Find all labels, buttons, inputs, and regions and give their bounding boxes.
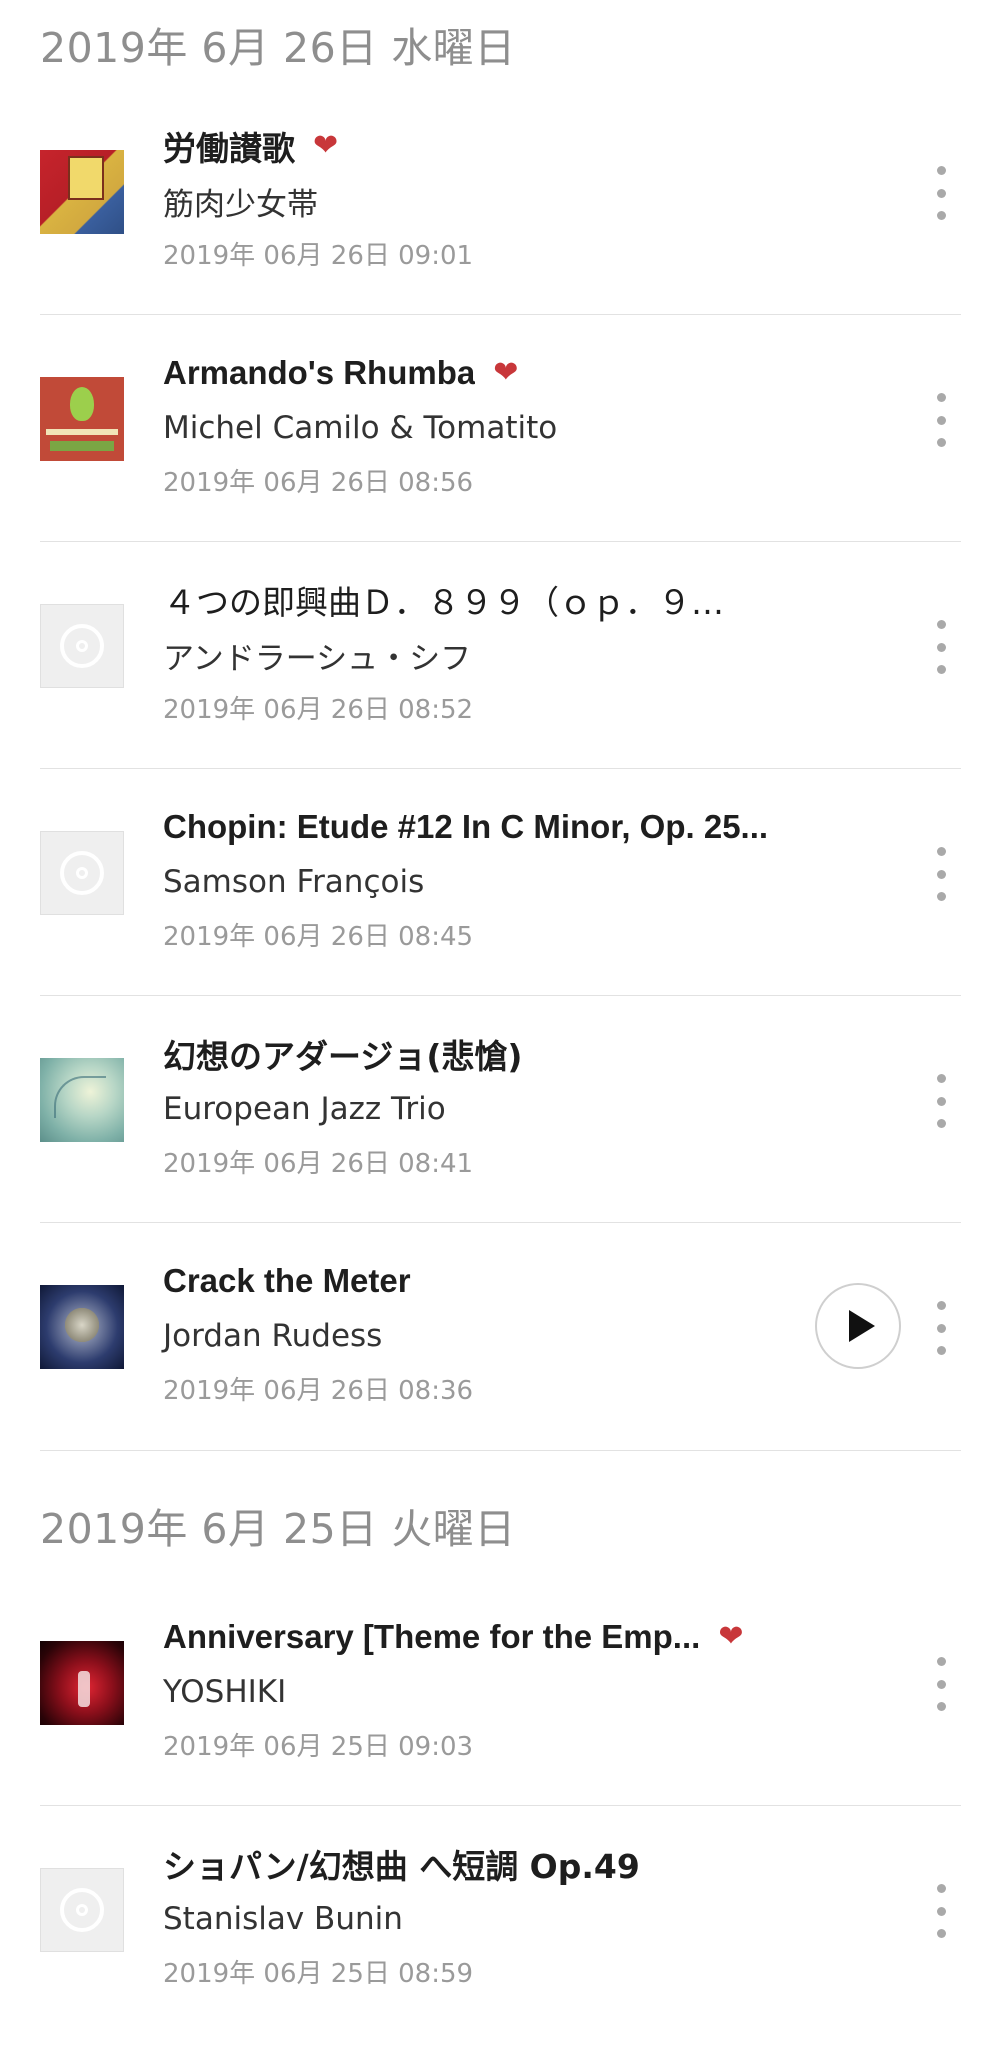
more-vertical-icon[interactable] — [929, 1657, 953, 1711]
track-title: Anniversary [Theme for the Emp... — [163, 1618, 701, 1655]
track-artist: Michel Camilo & Tomatito — [163, 410, 558, 446]
album-art[interactable] — [40, 1641, 124, 1725]
album-art[interactable] — [40, 1285, 124, 1369]
track-row[interactable]: Armando's Rhumba ❤ Michel Camilo & Tomat… — [40, 315, 961, 542]
played-timestamp: 2019年 06月 26日 08:45 — [163, 921, 474, 952]
album-art[interactable] — [40, 1058, 124, 1142]
more-vertical-icon[interactable] — [929, 1301, 953, 1355]
track-row[interactable]: 労働讃歌 ❤ 筋肉少女帯 2019年 06月 26日 09:01 — [40, 88, 961, 315]
track-list: 労働讃歌 ❤ 筋肉少女帯 2019年 06月 26日 09:01 Armando… — [0, 88, 1001, 1450]
more-vertical-icon[interactable] — [929, 393, 953, 447]
track-list: Anniversary [Theme for the Emp... ❤ YOSH… — [0, 1579, 1001, 2033]
track-info: Chopin: Etude #12 In C Minor, Op. 25... … — [163, 799, 841, 955]
track-info: 労働讃歌 ❤ 筋肉少女帯 2019年 06月 26日 09:01 — [163, 118, 841, 274]
play-icon — [848, 1310, 875, 1342]
track-title: 労働讃歌 — [163, 129, 295, 168]
played-timestamp: 2019年 06月 26日 09:01 — [163, 240, 474, 271]
track-info: 幻想のアダージョ(悲愴) European Jazz Trio 2019年 06… — [163, 1026, 841, 1182]
disc-icon[interactable] — [40, 1868, 124, 1952]
heart-icon[interactable]: ❤ — [313, 131, 338, 161]
disc-icon[interactable] — [40, 831, 124, 915]
played-timestamp: 2019年 06月 25日 08:59 — [163, 1958, 474, 1989]
history-page: 2019年 6月 26日 水曜日 労働讃歌 ❤ 筋肉少女帯 2019年 06月 … — [0, 0, 1001, 2048]
track-artist: European Jazz Trio — [163, 1091, 446, 1127]
played-timestamp: 2019年 06月 26日 08:36 — [163, 1375, 474, 1406]
album-art[interactable] — [40, 150, 124, 234]
track-row[interactable]: 幻想のアダージョ(悲愴) European Jazz Trio 2019年 06… — [40, 996, 961, 1223]
section-divider — [40, 1450, 961, 1451]
more-vertical-icon[interactable] — [929, 1884, 953, 1938]
play-button[interactable] — [815, 1283, 901, 1369]
track-title: ショパン/幻想曲 へ短調 Op.49 — [163, 1847, 640, 1886]
track-title: Armando's Rhumba — [163, 354, 476, 391]
track-row[interactable]: Chopin: Etude #12 In C Minor, Op. 25... … — [40, 769, 961, 996]
track-artist: 筋肉少女帯 — [163, 186, 318, 223]
track-row[interactable]: ４つの即興曲Ｄ．８９９（ｏｐ．９… アンドラーシュ・シフ 2019年 06月 2… — [40, 542, 961, 769]
track-title: 幻想のアダージョ(悲愴) — [163, 1037, 523, 1076]
date-header: 2019年 6月 25日 火曜日 — [40, 1505, 516, 1553]
more-vertical-icon[interactable] — [929, 847, 953, 901]
track-artist: Jordan Rudess — [163, 1318, 383, 1354]
more-vertical-icon[interactable] — [929, 1074, 953, 1128]
track-row[interactable]: Crack the Meter Jordan Rudess 2019年 06月 … — [40, 1223, 961, 1450]
played-timestamp: 2019年 06月 26日 08:52 — [163, 694, 474, 725]
more-vertical-icon[interactable] — [929, 166, 953, 220]
date-header: 2019年 6月 26日 水曜日 — [40, 24, 516, 72]
more-vertical-icon[interactable] — [929, 620, 953, 674]
heart-icon[interactable]: ❤ — [718, 1622, 743, 1652]
track-artist: Samson François — [163, 864, 425, 900]
track-artist: アンドラーシュ・シフ — [163, 640, 472, 677]
played-timestamp: 2019年 06月 26日 08:56 — [163, 467, 474, 498]
track-info: Armando's Rhumba ❤ Michel Camilo & Tomat… — [163, 345, 841, 501]
album-art[interactable] — [40, 377, 124, 461]
track-artist: YOSHIKI — [163, 1674, 287, 1710]
track-info: Anniversary [Theme for the Emp... ❤ YOSH… — [163, 1609, 841, 1765]
track-artist: Stanislav Bunin — [163, 1901, 403, 1937]
track-row[interactable]: Anniversary [Theme for the Emp... ❤ YOSH… — [40, 1579, 961, 1806]
track-info: ４つの即興曲Ｄ．８９９（ｏｐ．９… アンドラーシュ・シフ 2019年 06月 2… — [163, 572, 841, 728]
heart-icon[interactable]: ❤ — [493, 358, 518, 388]
track-title: Crack the Meter — [163, 1262, 411, 1299]
played-timestamp: 2019年 06月 25日 09:03 — [163, 1731, 474, 1762]
track-title: ４つの即興曲Ｄ．８９９（ｏｐ．９… — [163, 583, 724, 622]
track-row[interactable]: ショパン/幻想曲 へ短調 Op.49 Stanislav Bunin 2019年… — [40, 1806, 961, 2033]
track-info: Crack the Meter Jordan Rudess 2019年 06月 … — [163, 1253, 841, 1409]
disc-icon[interactable] — [40, 604, 124, 688]
track-info: ショパン/幻想曲 へ短調 Op.49 Stanislav Bunin 2019年… — [163, 1836, 841, 1992]
track-title: Chopin: Etude #12 In C Minor, Op. 25... — [163, 808, 769, 845]
played-timestamp: 2019年 06月 26日 08:41 — [163, 1148, 474, 1179]
